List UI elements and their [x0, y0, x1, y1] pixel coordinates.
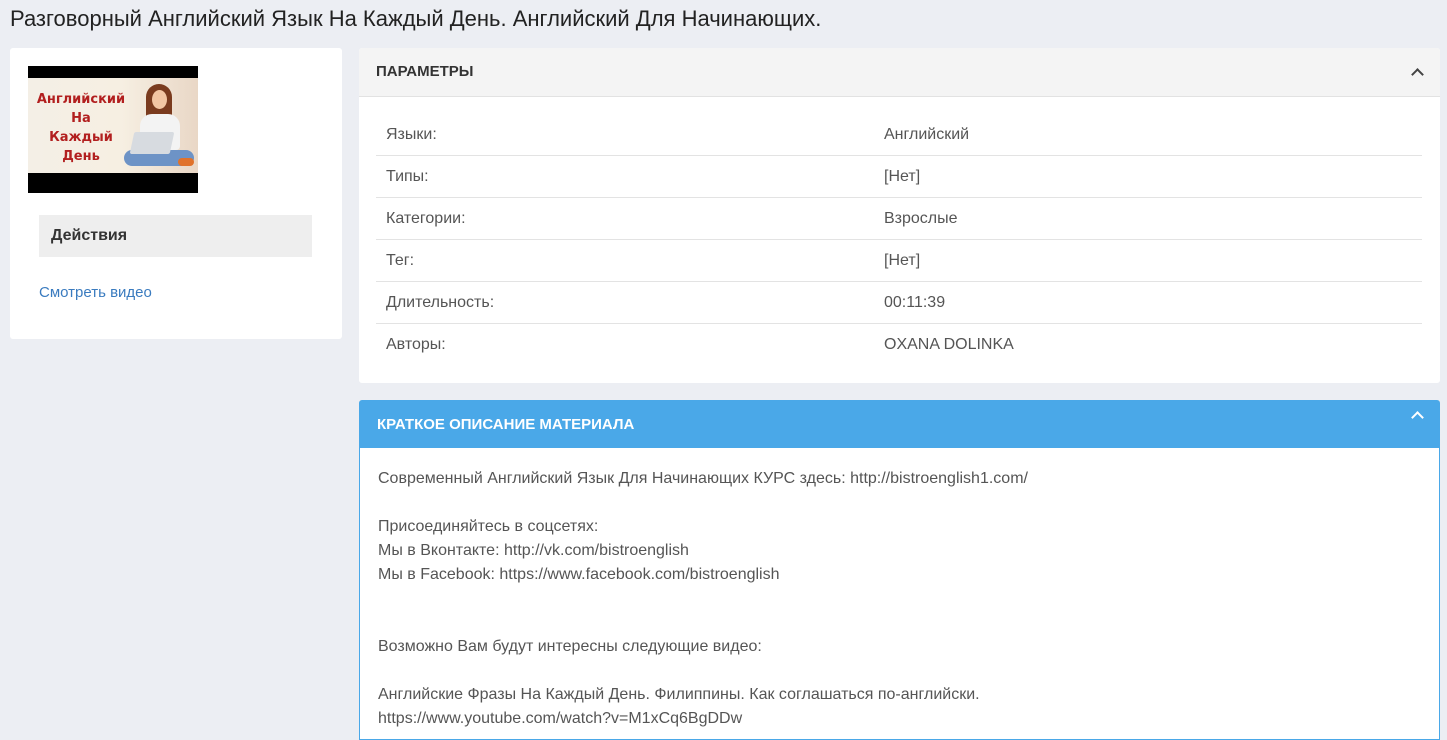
thumbnail-line: День — [62, 149, 100, 164]
page-title: Разговорный Английский Язык На Каждый Де… — [10, 6, 822, 31]
table-row: Длительность: 00:11:39 — [376, 281, 1422, 324]
laptop-shape — [129, 132, 175, 154]
left-card: Английский На Каждый День Действия Смотр… — [10, 48, 342, 339]
video-thumbnail[interactable]: Английский На Каждый День — [28, 66, 198, 193]
description-header[interactable]: КРАТКОЕ ОПИСАНИЕ МАТЕРИАЛА — [360, 401, 1439, 448]
parameters-table: Языки: Английский Типы: [Нет] Категории:… — [376, 114, 1422, 365]
parameters-panel: ПАРАМЕТРЫ Языки: Английский Типы: [Нет] … — [359, 48, 1440, 383]
parameter-key: Типы: — [376, 155, 874, 198]
description-line: Современный Английский Язык Для Начинающ… — [378, 470, 1028, 487]
thumbnail-caption: Английский На Каждый День — [36, 90, 126, 166]
parameter-value: [Нет] — [874, 155, 1422, 198]
person-face-shape — [152, 90, 167, 109]
description-line: Возможно Вам будут интересны следующие в… — [378, 638, 762, 655]
description-line: Присоединяйтесь в соцсетях: — [378, 518, 599, 535]
table-row: Типы: [Нет] — [376, 155, 1422, 198]
parameters-header[interactable]: ПАРАМЕТРЫ — [359, 48, 1440, 97]
chevron-up-icon[interactable] — [1411, 411, 1424, 424]
description-line: https://www.youtube.com/watch?v=M1xCq6Bg… — [378, 710, 743, 727]
parameters-title: ПАРАМЕТРЫ — [376, 63, 474, 80]
thumbnail-line: На — [71, 111, 91, 126]
description-line: Мы в Вконтакте: http://vk.com/bistroengl… — [378, 542, 689, 559]
actions-header: Действия — [39, 215, 312, 257]
actions-label: Действия — [51, 227, 128, 244]
description-title: КРАТКОЕ ОПИСАНИЕ МАТЕРИАЛА — [377, 416, 635, 433]
description-panel: КРАТКОЕ ОПИСАНИЕ МАТЕРИАЛА Современный А… — [359, 400, 1440, 740]
thumbnail-image: Английский На Каждый День — [28, 78, 198, 173]
parameter-key: Авторы: — [376, 323, 874, 365]
parameter-value: [Нет] — [874, 239, 1422, 282]
shoe-shape — [178, 158, 194, 166]
parameter-value: Английский — [884, 125, 970, 143]
table-row: Категории: Взрослые — [376, 197, 1422, 240]
parameter-value: OXANA DOLINKA — [874, 323, 1422, 365]
description-body: Современный Английский Язык Для Начинающ… — [378, 467, 1418, 731]
thumbnail-line: Каждый — [49, 130, 113, 145]
parameter-key: Категории: — [376, 197, 874, 240]
parameter-key: Языки: — [386, 125, 437, 143]
parameter-key: Длительность: — [376, 281, 874, 324]
watch-video-link[interactable]: Смотреть видео — [39, 284, 152, 301]
parameter-value: Взрослые — [874, 197, 1422, 240]
table-row: Языки: Английский — [376, 114, 1422, 156]
table-row: Тег: [Нет] — [376, 239, 1422, 282]
chevron-up-icon[interactable] — [1411, 68, 1424, 81]
description-line: Английские Фразы На Каждый День. Филиппи… — [378, 686, 980, 703]
description-line: Мы в Facebook: https://www.facebook.com/… — [378, 566, 780, 583]
parameter-value: 00:11:39 — [874, 281, 1422, 324]
thumbnail-line: Английский — [36, 92, 126, 107]
parameter-key: Тег: — [376, 239, 874, 282]
table-row: Авторы: OXANA DOLINKA — [376, 323, 1422, 365]
